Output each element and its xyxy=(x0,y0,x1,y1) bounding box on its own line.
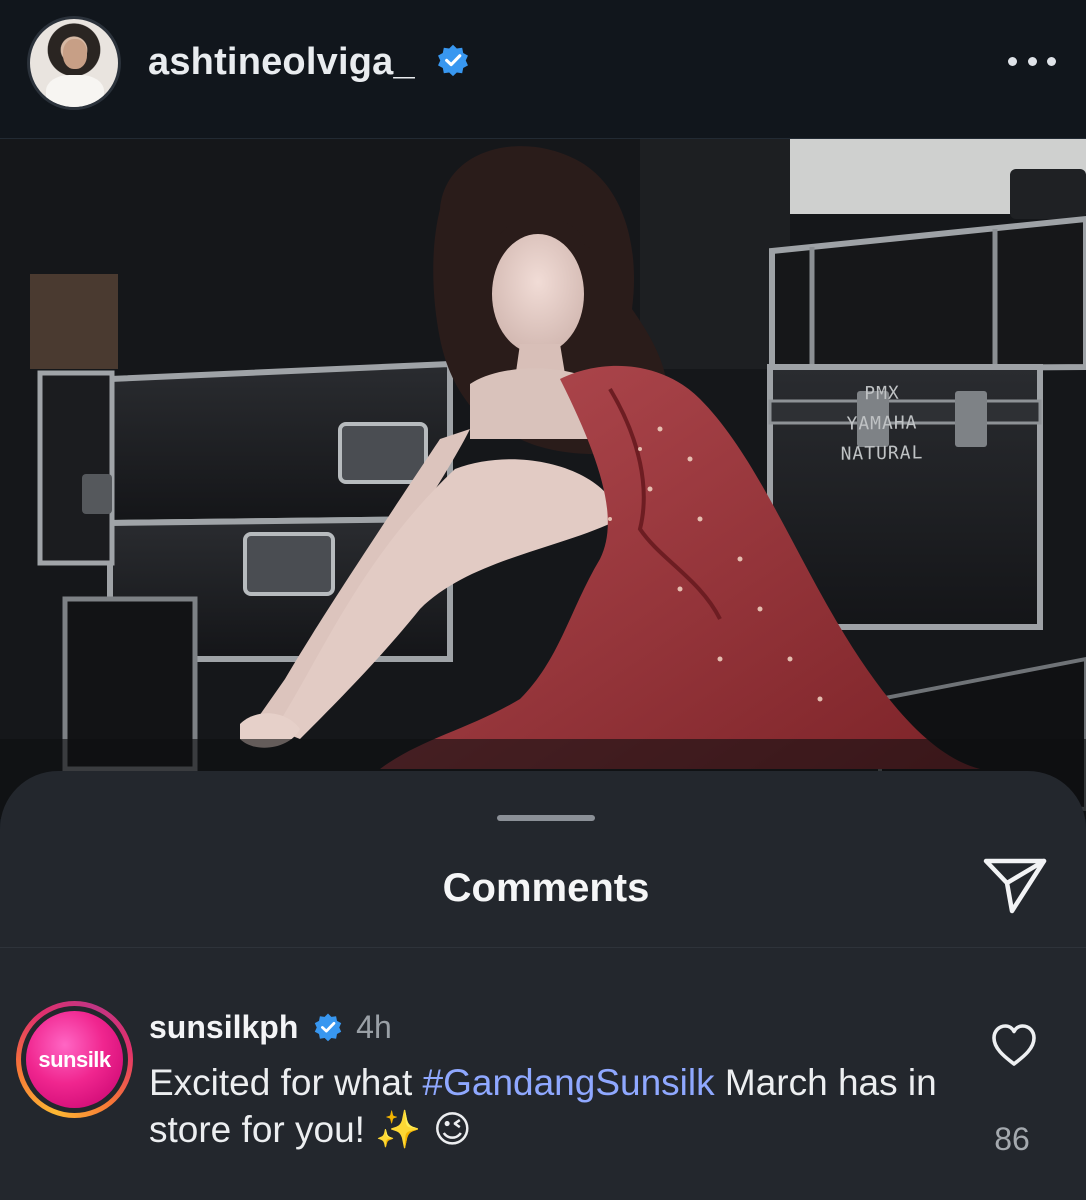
sheet-divider xyxy=(0,947,1086,948)
avatar-shoulders xyxy=(46,75,104,107)
verified-badge-icon xyxy=(437,44,468,77)
comment-emojis: ✨ 😉 xyxy=(375,1108,472,1151)
more-options-icon[interactable] xyxy=(1008,54,1056,68)
verified-badge-icon xyxy=(315,1013,342,1041)
comment-hashtag-link[interactable]: #GandangSunsilk xyxy=(423,1062,715,1103)
post-photo[interactable]: PMX YAMAHA NATURAL xyxy=(0,139,1086,819)
post-username-row[interactable]: ashtineolviga_ xyxy=(148,41,470,84)
sheet-drag-handle[interactable] xyxy=(497,815,595,821)
comment-text: Excited for what #GandangSunsilk March h… xyxy=(149,1059,949,1153)
comment-like-count[interactable]: 86 xyxy=(960,1121,1064,1158)
post-header: ashtineolviga_ xyxy=(0,0,1086,139)
profile-avatar[interactable] xyxy=(27,16,121,110)
photo-illustration xyxy=(0,139,1086,819)
heart-outline-icon[interactable] xyxy=(990,1023,1038,1067)
post-username[interactable]: ashtineolviga_ xyxy=(148,41,415,83)
equipment-case-label: PMX YAMAHA NATURAL xyxy=(822,378,942,470)
case-text-line-1: PMX xyxy=(864,382,900,405)
comment-avatar[interactable]: sunsilk xyxy=(26,1011,123,1108)
comment-avatar-story-ring[interactable]: sunsilk xyxy=(16,1001,133,1118)
comments-title: Comments xyxy=(442,866,650,910)
case-text-line-3: NATURAL xyxy=(840,442,924,465)
comment-timestamp: 4h xyxy=(356,1009,392,1045)
avatar-face xyxy=(63,39,87,69)
comment-meta: sunsilkph 4h xyxy=(149,1009,392,1046)
case-text-line-2: YAMAHA xyxy=(846,412,918,435)
comment-username[interactable]: sunsilkph xyxy=(149,1009,298,1045)
comment-text-part-1: Excited for what xyxy=(149,1062,423,1103)
paper-plane-icon[interactable] xyxy=(982,855,1048,915)
comment-item: sunsilk sunsilkph 4h Excited for what #G… xyxy=(0,999,1086,1199)
brand-logo-text: sunsilk xyxy=(38,1046,111,1072)
comments-sheet: Comments sunsilk sunsilkph 4h Excited fo… xyxy=(0,771,1086,1200)
